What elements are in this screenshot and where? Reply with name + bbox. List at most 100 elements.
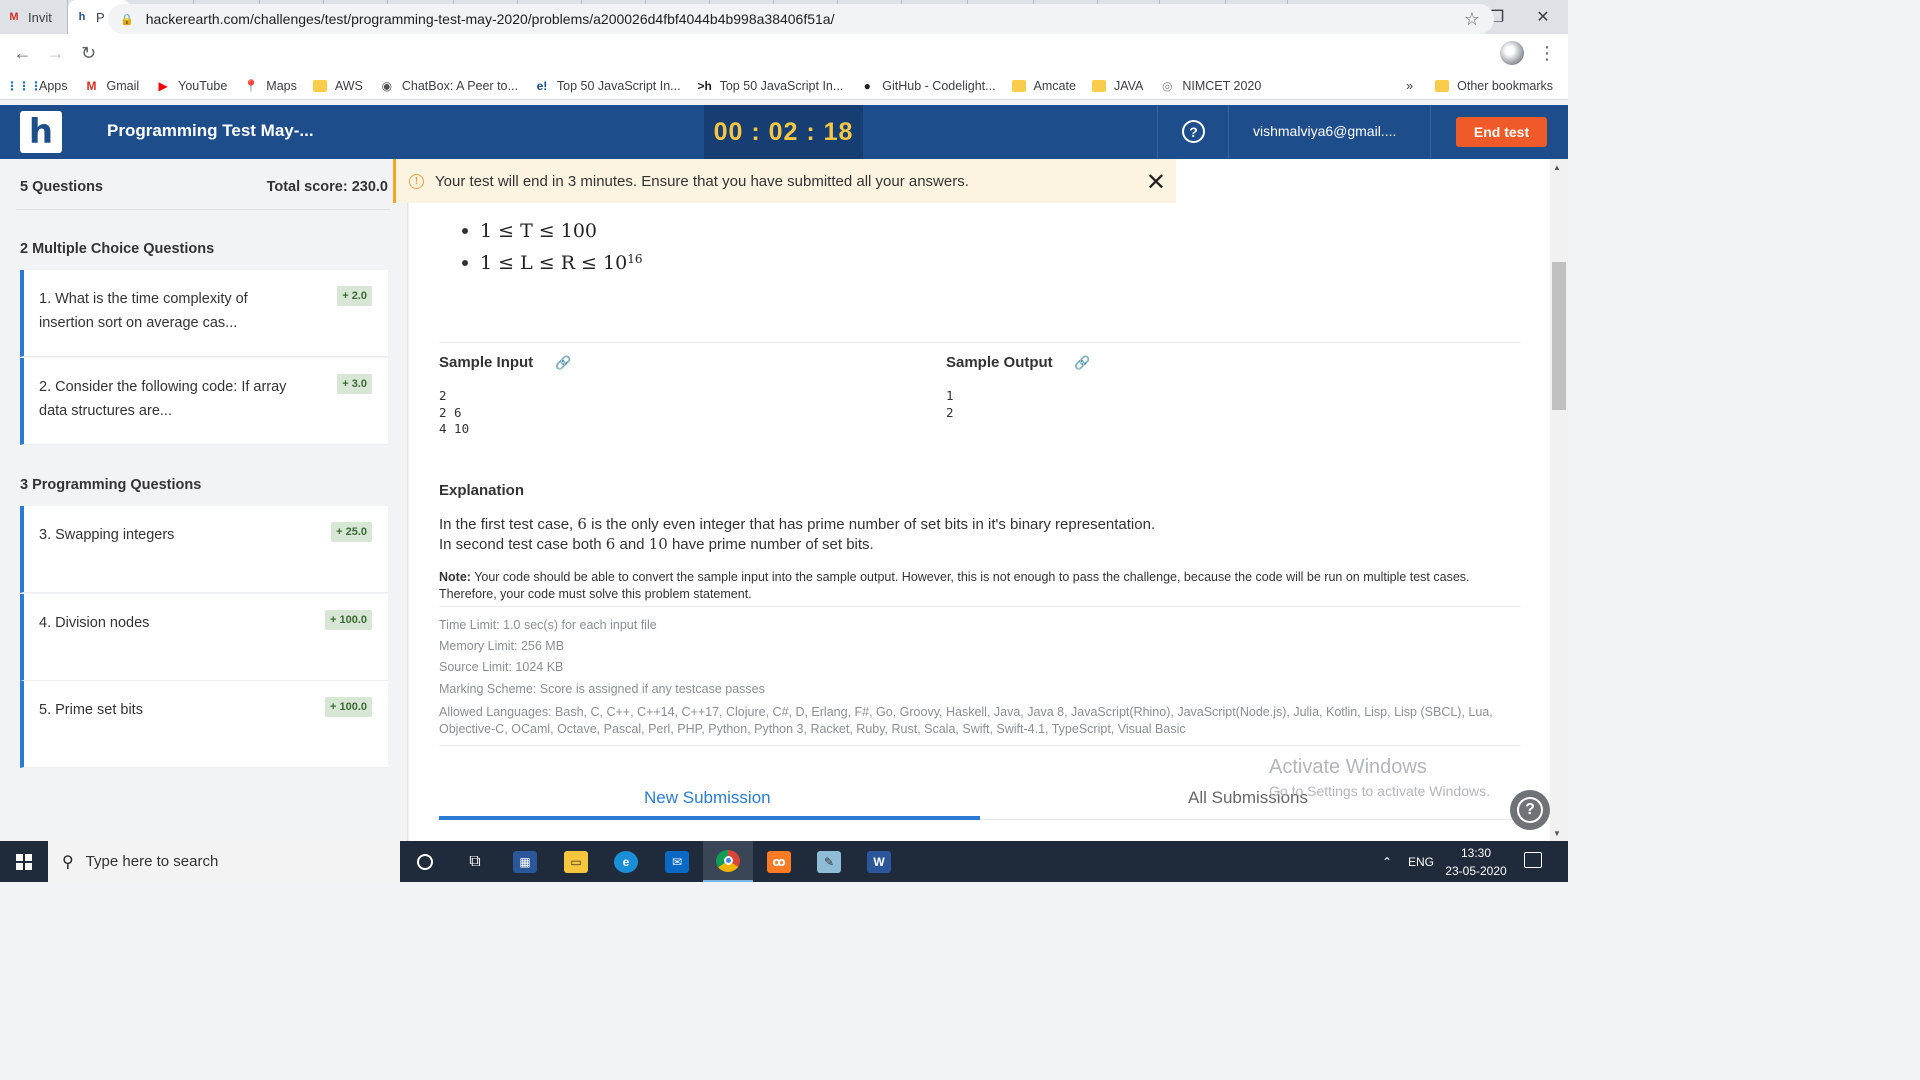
chrome-icon[interactable] bbox=[703, 841, 753, 882]
bookmark-label: Amcate bbox=[1033, 78, 1076, 93]
question-title: 1. What is the time complexity of insert… bbox=[39, 291, 248, 331]
bookmark-label: Gmail bbox=[106, 78, 140, 93]
floating-help-button[interactable]: ? bbox=[1510, 790, 1550, 830]
cortana-icon[interactable] bbox=[400, 841, 450, 882]
math-value: 6 bbox=[605, 535, 616, 553]
end-test-button[interactable]: End test bbox=[1456, 117, 1547, 147]
other-bookmarks[interactable]: Other bookmarks bbox=[1435, 79, 1553, 93]
language-indicator[interactable]: ENG bbox=[1408, 841, 1434, 882]
question-item-5[interactable]: 5. Prime set bits + 100.0 bbox=[20, 681, 388, 768]
bookmark-label: Top 50 JavaScript In... bbox=[556, 78, 681, 93]
bookmarks-overflow-icon[interactable]: » bbox=[1406, 79, 1413, 93]
notification-center-icon[interactable] bbox=[1524, 852, 1542, 868]
folder-icon bbox=[1091, 79, 1106, 92]
folder-icon bbox=[312, 79, 327, 92]
bookmark-item[interactable]: M Gmail bbox=[84, 78, 140, 94]
bookmark-item[interactable]: AWS bbox=[312, 79, 363, 93]
bookmark-label: Other bookmarks bbox=[1457, 78, 1553, 93]
score-badge: + 2.0 bbox=[337, 286, 372, 306]
scroll-up-icon[interactable]: ▲ bbox=[1553, 163, 1561, 172]
url-bar[interactable]: 🔒 hackerearth.com/challenges/test/progra… bbox=[108, 4, 1494, 34]
hackerearth-logo[interactable]: h bbox=[20, 111, 62, 153]
bookmark-label: GitHub - Codelight... bbox=[882, 78, 996, 93]
close-window-icon[interactable]: ✕ bbox=[1520, 0, 1566, 34]
bookmark-item[interactable]: e! Top 50 JavaScript In... bbox=[534, 78, 681, 94]
bookmark-item[interactable]: ▶ YouTube bbox=[155, 78, 228, 94]
gmail-icon: M bbox=[9, 11, 19, 23]
bookmark-label: Apps bbox=[39, 78, 68, 93]
folder-icon bbox=[1435, 79, 1450, 92]
total-score: Total score: 230.0 bbox=[266, 179, 388, 195]
alert-message: Your test will end in 3 minutes. Ensure … bbox=[435, 172, 969, 190]
search-placeholder: Type here to search bbox=[85, 853, 219, 870]
constraint-text: 1 ≤ T ≤ 100 bbox=[480, 220, 598, 242]
question-title: 5. Prime set bits bbox=[39, 702, 143, 718]
score-badge: + 25.0 bbox=[331, 522, 372, 542]
word-icon[interactable]: W bbox=[854, 841, 904, 882]
note-block: Note: Your code should be able to conver… bbox=[439, 569, 1519, 602]
sample-output-heading: Sample Output bbox=[946, 354, 1053, 371]
bookmark-item[interactable]: ● GitHub - Codelight... bbox=[859, 78, 996, 94]
hackr-icon: >h bbox=[697, 78, 712, 93]
forward-arrow-icon[interactable]: → bbox=[39, 34, 72, 72]
header-divider bbox=[1157, 105, 1158, 159]
close-alert-icon[interactable]: ✕ bbox=[1146, 168, 1166, 197]
bookmark-item[interactable]: >h Top 50 JavaScript In... bbox=[697, 78, 843, 94]
tab-new-submission[interactable]: New Submission bbox=[644, 788, 771, 808]
divider bbox=[16, 209, 390, 210]
notepad-icon[interactable]: ✎ bbox=[804, 841, 854, 882]
store-icon[interactable]: ▦ bbox=[500, 841, 550, 882]
bookmark-item[interactable]: ⋮⋮⋮ Apps bbox=[6, 78, 68, 94]
math-value: 6 bbox=[577, 515, 587, 533]
system-clock[interactable]: 13:30 23-05-2020 bbox=[1440, 844, 1512, 880]
mail-icon[interactable]: ✉ bbox=[652, 841, 702, 882]
question-item-2[interactable]: 2. Consider the following code: If array… bbox=[20, 358, 388, 445]
sample-input-heading: Sample Input bbox=[439, 354, 534, 371]
bookmark-item[interactable]: Amcate bbox=[1011, 78, 1076, 93]
url-text[interactable]: hackerearth.com/challenges/test/programm… bbox=[146, 11, 835, 27]
memory-limit: Memory Limit: 256 MB bbox=[439, 639, 565, 653]
reload-icon[interactable]: ↻ bbox=[72, 34, 105, 72]
back-arrow-icon[interactable]: ← bbox=[6, 34, 39, 72]
file-explorer-icon[interactable]: ▭ bbox=[551, 841, 601, 882]
bookmark-label: YouTube bbox=[178, 78, 228, 93]
question-item-1[interactable]: 1. What is the time complexity of insert… bbox=[20, 270, 388, 357]
windows-taskbar: ⚲ Type here to search ⧉ ▦ ▭ e ✉ ꝏ ✎ W ⌃ … bbox=[0, 841, 1568, 882]
task-view-icon[interactable]: ⧉ bbox=[450, 841, 500, 882]
browser-tab[interactable]: M Invit bbox=[0, 0, 68, 34]
xampp-icon[interactable]: ꝏ bbox=[754, 841, 804, 882]
lock-icon: 🔒 bbox=[120, 13, 134, 26]
chrome-menu-icon[interactable]: ⋮ bbox=[1538, 43, 1556, 64]
explanation-text: In second test case both bbox=[439, 536, 602, 553]
tab-title: P bbox=[96, 9, 105, 25]
gmail-icon: M bbox=[86, 78, 97, 93]
question-title: 3. Swapping integers bbox=[39, 527, 175, 543]
link-icon[interactable]: 🔗 bbox=[555, 355, 571, 371]
bookmark-star-icon[interactable]: ☆ bbox=[1464, 9, 1480, 30]
bookmark-item[interactable]: ◎ NIMCET 2020 bbox=[1159, 78, 1261, 94]
folder-icon bbox=[1011, 79, 1026, 92]
bookmark-label: Maps bbox=[266, 78, 297, 93]
bookmark-label: ChatBox: A Peer to... bbox=[401, 78, 518, 93]
sample-input-block: 2 2 6 4 10 bbox=[439, 388, 470, 436]
sample-output-block: 1 2 bbox=[946, 388, 954, 420]
bookmark-item[interactable]: JAVA bbox=[1091, 79, 1143, 93]
profile-avatar[interactable] bbox=[1500, 41, 1524, 65]
divider bbox=[439, 606, 1521, 607]
start-button[interactable] bbox=[0, 841, 48, 882]
help-icon[interactable]: ? bbox=[1182, 120, 1205, 143]
user-email[interactable]: vishmalviya6@gmail.... bbox=[1253, 123, 1396, 139]
github-icon: ● bbox=[863, 78, 871, 93]
scroll-down-icon[interactable]: ▼ bbox=[1553, 829, 1561, 838]
link-icon[interactable]: 🔗 bbox=[1074, 355, 1090, 371]
question-sidebar: 5 Questions Total score: 230.0 2 Multipl… bbox=[0, 159, 408, 841]
taskbar-search[interactable]: ⚲ Type here to search bbox=[48, 841, 400, 882]
scrollbar-thumb[interactable] bbox=[1552, 262, 1566, 410]
bookmark-item[interactable]: 📍 Maps bbox=[243, 78, 297, 94]
bookmark-item[interactable]: ◉ ChatBox: A Peer to... bbox=[379, 78, 518, 94]
constraint-exponent: 16 bbox=[627, 252, 643, 266]
question-item-3[interactable]: 3. Swapping integers + 25.0 bbox=[20, 506, 388, 593]
tray-overflow-icon[interactable]: ⌃ bbox=[1382, 841, 1392, 882]
question-item-4[interactable]: 4. Division nodes + 100.0 bbox=[20, 594, 388, 681]
edge-icon[interactable]: e bbox=[601, 841, 651, 882]
